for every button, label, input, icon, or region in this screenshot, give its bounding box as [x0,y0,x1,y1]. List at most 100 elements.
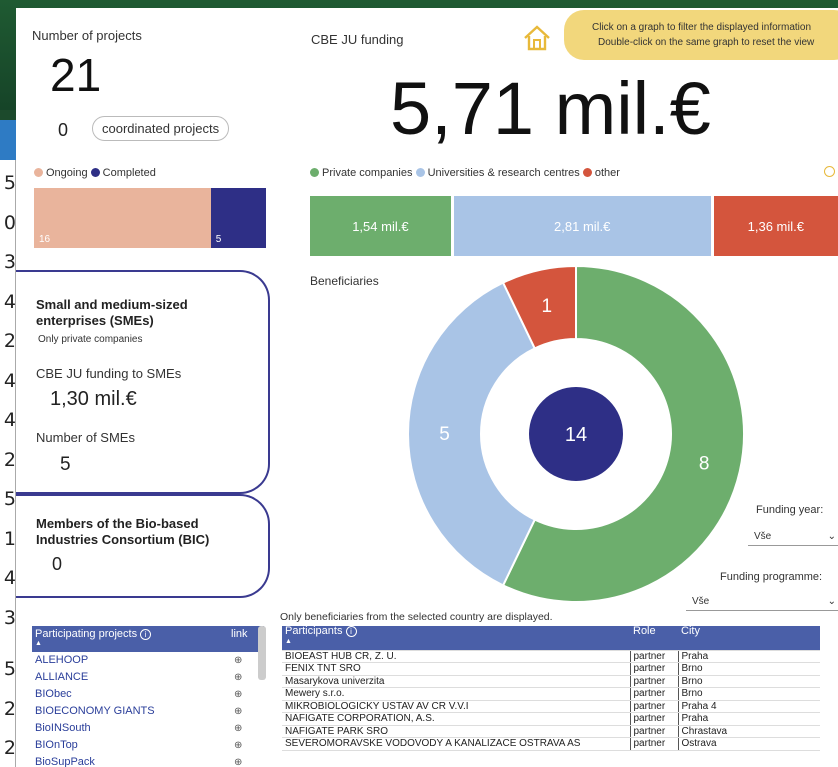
table-row[interactable]: SEVEROMORAVSKE VODOVODY A KANALIZACE OST… [282,737,820,751]
clock-icon[interactable] [824,166,835,177]
link-icon[interactable]: ⊕ [234,737,264,754]
link-icon[interactable]: ⊕ [234,686,264,703]
left-table-strip: 5034244251435222 [0,120,16,767]
project-list-item[interactable]: BIObec ⊕ [35,686,264,703]
projects-status-bar[interactable]: 16 5 [34,188,266,248]
legend-universities[interactable]: Universities & research centres [415,167,580,179]
project-name[interactable]: BIOECONOMY GIANTS [35,703,234,720]
projects-column-header[interactable]: Participating projects i ▲ [35,628,231,650]
legend-private[interactable]: Private companies [310,167,413,179]
strip-number: 4 [3,409,16,431]
info-text-2: Double-click on the same graph to reset … [598,37,815,48]
completed-bar[interactable]: 5 [210,188,266,248]
table-row[interactable]: BIOEAST HUB CR, Z. U. partner Praha [282,650,820,663]
project-name[interactable]: BIObec [35,686,234,703]
coordinated-projects-pill[interactable]: coordinated projects [92,116,230,141]
funding-programme-dropdown[interactable]: Vše ⌄ [686,593,838,611]
participant-city: Chrastava [677,725,820,738]
sme-count-label: Number of SMEs [36,430,135,445]
projects-legend: Ongoing Completed [34,167,156,179]
projects-scrollbar[interactable] [258,626,266,680]
participant-city: Brno [677,687,820,701]
participant-city: Ostrava [677,737,820,751]
donut-slice-label: 8 [699,453,710,474]
sme-funding-value: 1,30 mil.€ [50,388,137,410]
table-row[interactable]: Masarykova univerzita partner Brno [282,675,820,688]
sme-card-title: Small and medium-sized enterprises (SMEs… [36,297,188,328]
donut-slice[interactable] [407,281,537,587]
participant-name: Masarykova univerzita [282,675,630,688]
strip-number: 4 [3,567,16,589]
participant-name: FENIX TNT SRO [282,662,630,676]
link-column-header[interactable]: link [231,628,261,650]
funding-segment[interactable]: 1,54 mil.€ [310,196,451,256]
legend-completed[interactable]: Completed [90,167,156,179]
participant-name: SEVEROMORAVSKE VODOVODY A KANALIZACE OST… [282,737,630,751]
participant-role: partner [629,700,678,713]
funding-segment[interactable]: 1,36 mil.€ [713,196,838,256]
table-row[interactable]: Mewery s.r.o. partner Brno [282,687,820,701]
ongoing-bar[interactable]: 16 [34,188,211,248]
participant-role: partner [629,650,678,663]
chevron-down-icon: ⌄ [827,531,836,542]
project-list-item[interactable]: BIOnTop ⊕ [35,737,264,754]
participant-role: partner [629,725,678,738]
project-name[interactable]: ALEHOOP [35,652,234,669]
funding-segment[interactable]: 2,81 mil.€ [453,196,711,256]
project-list-item[interactable]: BioSupPack ⊕ [35,754,264,767]
participants-column-header[interactable]: Participants i ▲ [282,625,630,651]
project-name[interactable]: BIOnTop [35,737,234,754]
project-list-item[interactable]: ALEHOOP ⊕ [35,652,264,669]
table-row[interactable]: FENIX TNT SRO partner Brno [282,662,820,676]
private-dot-icon [310,168,319,177]
project-name[interactable]: ALLIANCE [35,669,234,686]
participant-role: partner [629,737,678,751]
coordinated-count: 0 [58,120,69,140]
sme-count-value: 5 [60,454,71,475]
link-icon[interactable]: ⊕ [234,703,264,720]
legend-ongoing[interactable]: Ongoing [34,167,88,179]
funding-bar[interactable]: 1,54 mil.€ 2,81 mil.€ 1,36 mil.€ [310,196,838,256]
project-name[interactable]: BioSupPack [35,754,234,767]
completed-dot-icon [90,168,100,177]
table-row[interactable]: NAFIGATE PARK SRO partner Chrastava [282,725,820,738]
strip-number: 2 [3,697,16,720]
projects-count: 21 [50,49,102,101]
table-row[interactable]: NAFIGATE CORPORATION, A.S. partner Praha [282,712,820,726]
link-icon[interactable]: ⊕ [234,720,264,737]
participant-city: Brno [677,662,820,676]
info-text-1: Click on a graph to filter the displayed… [592,22,812,33]
strip-number: 1 [3,527,16,550]
participant-city: Brno [677,675,820,688]
participant-city: Praha 4 [677,700,820,713]
beneficiaries-donut-chart[interactable]: 8 5 1 14 [406,264,746,604]
info-icon[interactable]: i [345,626,357,637]
universities-dot-icon [415,168,425,177]
strip-number: 2 [3,737,16,759]
funding-year-dropdown[interactable]: Vše ⌄ [748,528,838,546]
participant-role: partner [629,712,678,726]
info-icon[interactable]: i [140,629,152,640]
bic-card[interactable]: Members of the Bio-based Industries Cons… [16,494,270,598]
project-list-item[interactable]: BioINSouth ⊕ [35,720,264,737]
participant-name: NAFIGATE PARK SRO [282,725,630,738]
funding-programme-label: Funding programme: [720,571,823,583]
role-column-header[interactable]: Role [630,625,678,651]
left-panel: Number of projects 21 0 coordinated proj… [16,8,276,767]
project-list-item[interactable]: BIOECONOMY GIANTS ⊕ [35,703,264,720]
participant-role: partner [629,687,678,701]
sme-funding-label: CBE JU funding to SMEs [36,366,182,381]
city-column-header[interactable]: City [678,625,820,651]
strip-number: 4 [3,290,16,313]
link-icon[interactable]: ⊕ [234,754,264,767]
beneficiaries-title: Beneficiaries [310,274,379,288]
funding-title: CBE JU funding [311,32,404,47]
participants-table: Participants i ▲ Role City BIOEAST HUB CR… [282,625,820,751]
project-list-item[interactable]: ALLIANCE ⊕ [35,669,264,686]
table-row[interactable]: MIKROBIOLOGICKY USTAV AV CR V.V.I partner… [282,700,820,713]
sme-card[interactable]: Small and medium-sized enterprises (SMEs… [16,270,270,494]
project-name[interactable]: BioINSouth [35,720,234,737]
legend-other[interactable]: other [582,167,620,179]
home-icon[interactable] [522,24,552,52]
funding-total: 5,71 mil.€ [390,67,711,150]
